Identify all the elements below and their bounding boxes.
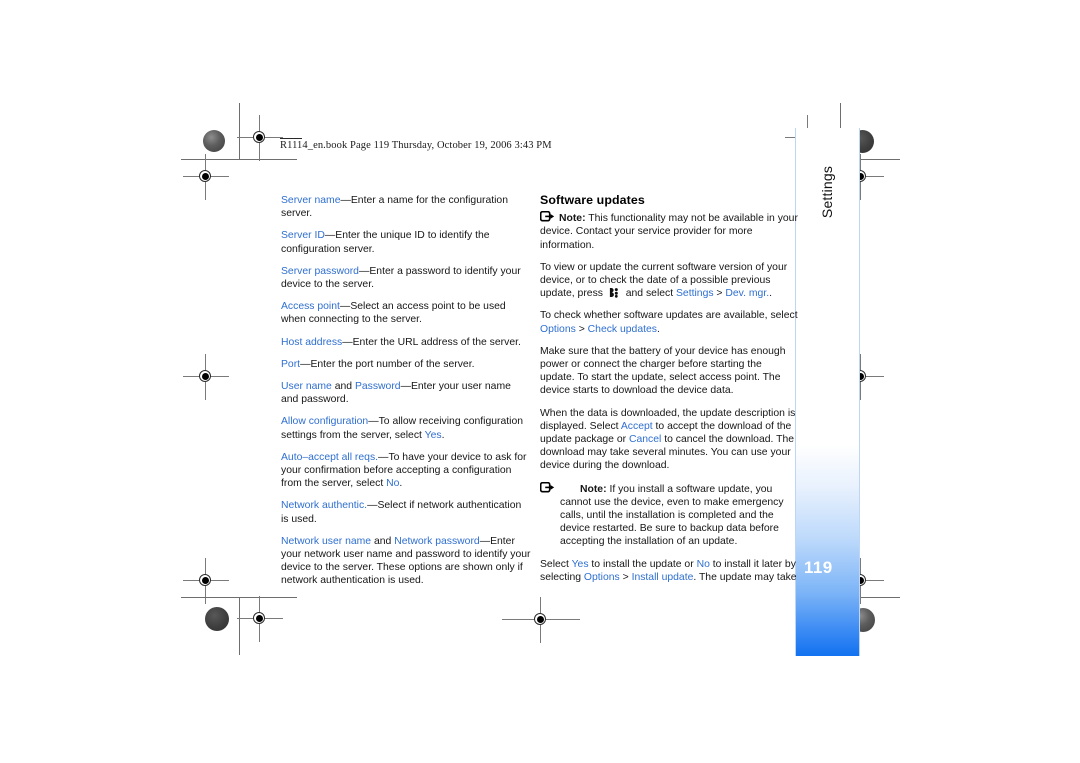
value-yes: Yes: [571, 558, 589, 570]
term-port: Port: [281, 358, 301, 370]
menu-path-separator-3: >: [619, 571, 632, 583]
left-text-column: Server name—Enter a name for the configu…: [281, 194, 531, 588]
paragraph-downloaded: When the data is downloaded, the update …: [540, 407, 798, 473]
term-network-user-name: Network user name: [281, 535, 372, 547]
note-label: Note:: [580, 483, 607, 495]
chapter-side-tab: Settings 119: [795, 128, 860, 656]
term-allow-configuration: Allow configuration: [281, 416, 369, 428]
term-access-point: Access point: [281, 301, 340, 313]
note-icon: [539, 211, 555, 222]
registration-crosshair-left-lower: [183, 558, 229, 604]
trim-line-top-left-vertical: [239, 103, 240, 159]
menu-path-check-updates: Check updates: [587, 323, 657, 335]
term-password: Password: [354, 381, 401, 393]
setting-entry-server-id: Server ID—Enter the unique ID to identif…: [281, 229, 531, 255]
menu-path-separator-2: >: [575, 323, 588, 335]
menu-path-options: Options: [540, 323, 576, 335]
term-user-name: User name: [281, 381, 332, 393]
paragraph-battery: Make sure that the battery of your devic…: [540, 345, 786, 397]
action-cancel: Cancel: [628, 434, 662, 446]
note-body: Note: If you install a software update, …: [540, 483, 798, 549]
term-server-name: Server name: [281, 195, 341, 206]
desc-auto-accept-after: .: [399, 478, 403, 490]
registration-blob-bottom-left: [205, 607, 229, 631]
note-availability: Note: This functionality may not be avai…: [539, 211, 798, 252]
paragraph-check-updates: To check whether software updates are av…: [540, 309, 798, 335]
registration-crosshair-bottom-left: [237, 596, 283, 642]
registration-crosshair-top-left: [237, 115, 283, 161]
term-network-authentic: Network authentic.: [281, 500, 368, 512]
desc-port: —Enter the port number of the server.: [300, 358, 475, 370]
trim-line-top-left-horizontal: [181, 159, 297, 160]
paragraph-check-updates-after: .: [656, 323, 660, 335]
paragraph-select-yes-before: Select: [540, 558, 572, 570]
setting-entry-server-name: Server name—Enter a name for the configu…: [281, 194, 531, 220]
value-no: No: [696, 558, 710, 570]
right-text-column: Software updates Note: This functionalit…: [539, 193, 798, 584]
setting-entry-auto-accept: Auto–accept all reqs.—To have your devic…: [281, 451, 531, 491]
page-title: Software updates: [540, 193, 645, 207]
menu-path-options: Options: [583, 571, 620, 583]
paragraph-view-update-mid: and select: [622, 288, 676, 300]
value-yes: Yes: [424, 429, 442, 441]
setting-entry-access-point: Access point—Select an access point to b…: [281, 300, 531, 326]
note-icon: [539, 481, 555, 493]
registration-crosshair-left-upper: [183, 154, 229, 200]
paragraph-view-update-after: .: [769, 288, 772, 300]
paragraph-select-yes-mid1: to install the update or: [588, 558, 697, 570]
page-number: 119: [804, 558, 833, 577]
setting-entry-network-authentic: Network authentic.—Select if network aut…: [281, 499, 531, 525]
desc-allow-configuration-after: .: [441, 429, 445, 441]
menu-path-settings: Settings: [676, 288, 714, 300]
menu-path-install-update: Install update: [631, 571, 694, 583]
paragraph-check-updates-before: To check whether software updates are av…: [540, 310, 798, 322]
registration-blob-top-left: [203, 130, 225, 152]
conjunction-and: and: [331, 381, 355, 393]
setting-entry-network-credentials: Network user name and Network password—E…: [281, 535, 531, 588]
slug-rule: [280, 138, 302, 139]
term-server-id: Server ID: [281, 230, 325, 242]
setting-entry-user-name-password: User name and Password—Enter your user n…: [281, 380, 531, 406]
setting-entry-allow-configuration: Allow configuration—To allow receiving c…: [281, 415, 531, 441]
paragraph-select-yes-after: . The update may take: [693, 571, 797, 583]
conjunction-and-network: and: [371, 535, 395, 547]
registration-crosshair-bottom-center: [502, 597, 580, 643]
value-no: No: [386, 478, 400, 490]
note-install-warning: Note: If you install a software update, …: [539, 481, 798, 549]
paragraph-view-update: To view or update the current software v…: [540, 261, 798, 301]
desc-host-address: —Enter the URL address of the server.: [342, 336, 521, 348]
term-server-password: Server password: [281, 265, 359, 277]
term-host-address: Host address: [281, 336, 343, 348]
note-label: Note:: [559, 213, 586, 225]
term-network-password: Network password: [394, 535, 480, 547]
menu-path-separator-1: >: [713, 288, 726, 300]
menu-key-icon: [609, 287, 620, 298]
setting-entry-host-address: Host address—Enter the URL address of th…: [281, 336, 531, 349]
paragraph-select-yes: Select Yes to install the update or No t…: [540, 558, 798, 584]
chapter-tab-label: Settings: [819, 165, 835, 219]
tab-hairline-right: [859, 128, 860, 656]
action-accept: Accept: [620, 420, 653, 432]
book-slug-line: R1114_en.book Page 119 Thursday, October…: [280, 140, 552, 151]
trim-line-bottom-left-vertical: [239, 597, 240, 655]
setting-entry-port: Port—Enter the port number of the server…: [281, 358, 531, 371]
menu-path-dev-mgr: Dev. mgr.: [725, 288, 770, 300]
setting-entry-server-password: Server password—Enter a password to iden…: [281, 265, 531, 291]
term-auto-accept-all-reqs: Auto–accept all reqs.: [281, 451, 379, 463]
registration-crosshair-left-middle: [183, 354, 229, 400]
